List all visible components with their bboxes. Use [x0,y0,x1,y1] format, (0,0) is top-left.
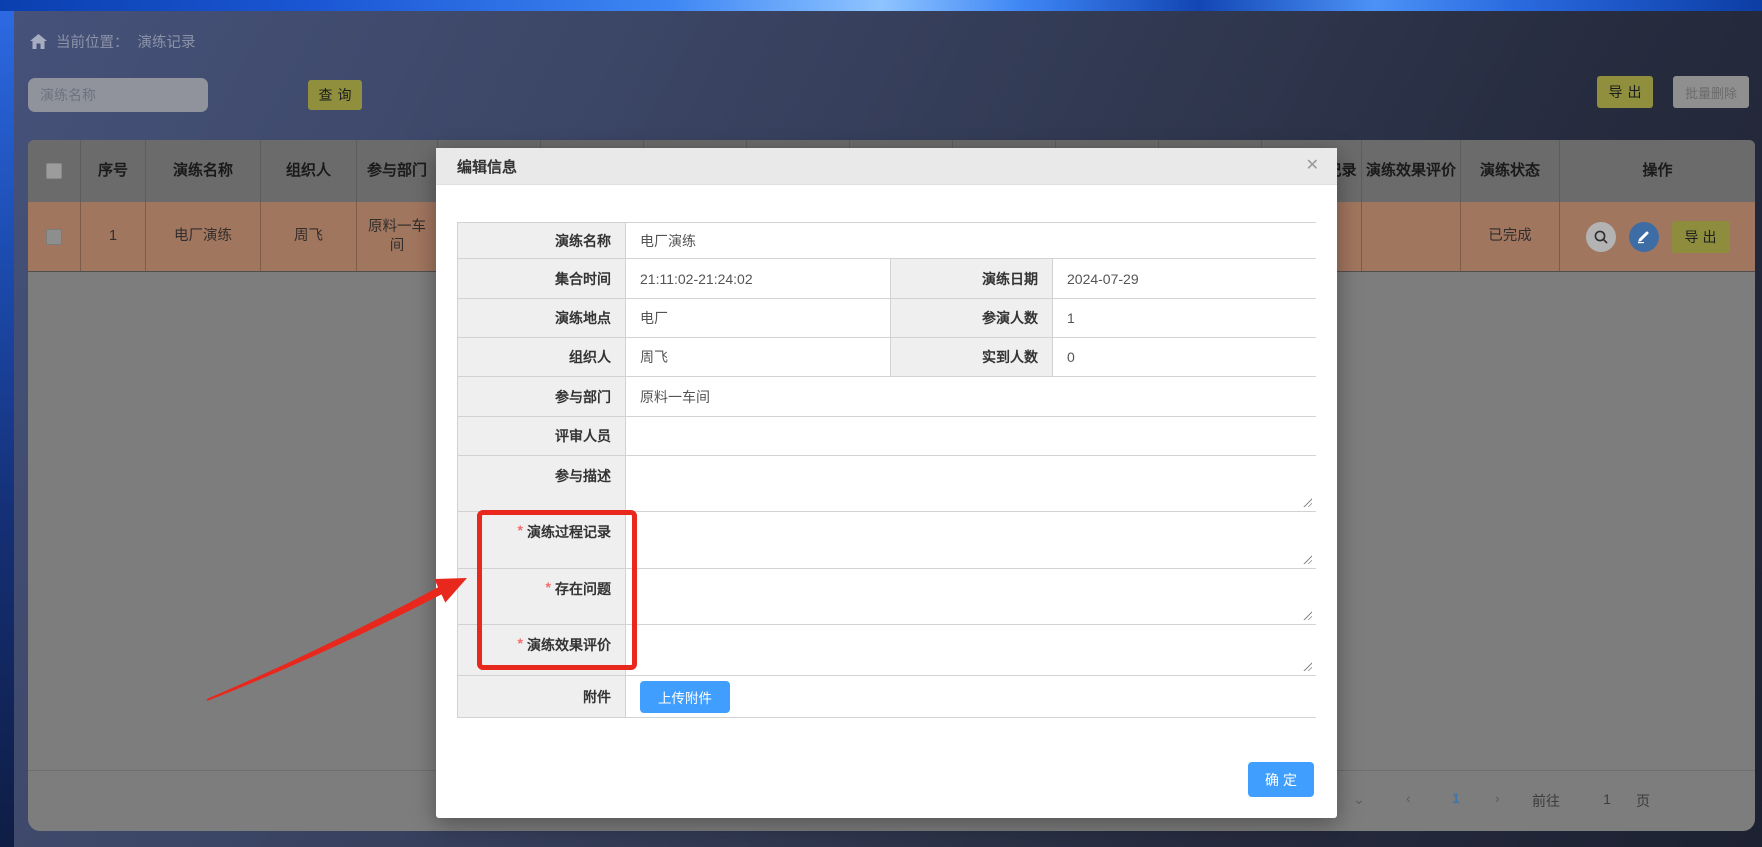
field-input-department[interactable]: 原料一车间 [626,377,1316,416]
field-textarea-process-record[interactable] [626,512,1316,568]
dialog-header: 编辑信息 ✕ [436,148,1337,185]
row-checkbox[interactable] [46,229,62,245]
prev-page-button[interactable]: ‹ [1406,790,1411,806]
top-blue-bar [0,0,1762,11]
field-input-reviewers[interactable] [626,417,1316,455]
export-button[interactable]: 导出 [1597,76,1653,108]
col-status: 演练状态 [1461,140,1560,202]
cell-operation: 导出 [1560,202,1755,271]
query-button[interactable]: 查询 [308,80,362,110]
header-checkbox-cell [28,140,81,202]
page-size-chevron-down-icon[interactable]: ⌄ [1353,791,1365,808]
edit-button[interactable] [1629,222,1659,252]
upload-attachment-button[interactable]: 上传附件 [640,681,730,713]
current-page[interactable]: 1 [1452,790,1460,806]
field-attachment: 上传附件 [626,676,1316,717]
home-icon [30,34,47,50]
magnifier-icon [1593,229,1609,245]
resize-grip-icon[interactable] [1302,497,1312,507]
screen: 当前位置： 演练记录 查询 导出 批量删除 序号 演练名称 组织人 参与部门 [0,0,1762,847]
field-input-organizer[interactable]: 周飞 [626,338,891,376]
view-button[interactable] [1586,222,1616,252]
breadcrumb: 当前位置： 演练记录 [30,31,196,52]
select-all-checkbox[interactable] [46,163,62,179]
cell-department: 原料一车间 [357,202,438,271]
col-department: 参与部门 [357,140,438,202]
goto-page-input[interactable]: 1 [1594,791,1620,807]
col-drill-name: 演练名称 [146,140,261,202]
field-label-gather-time: 集合时间 [458,259,626,298]
cell-index: 1 [81,202,146,271]
row-export-button[interactable]: 导出 [1672,221,1730,253]
field-label-department: 参与部门 [458,377,626,416]
field-input-gather-time[interactable]: 21:11:02-21:24:02 [626,259,891,298]
row-checkbox-cell [28,202,81,271]
edit-info-dialog: 编辑信息 ✕ 演练名称 电厂演练 集合时间 21:11:02-21:24:02 … [436,148,1337,818]
resize-grip-icon[interactable] [1302,610,1312,620]
cell-effect-eval [1362,202,1461,271]
field-label-participant-count: 参演人数 [891,299,1053,337]
field-label-attachment: 附件 [458,676,626,717]
annotation-red-box [477,510,637,670]
next-page-button[interactable]: › [1495,790,1500,806]
field-input-drill-name[interactable]: 电厂演练 [626,223,1316,258]
col-organizer: 组织人 [261,140,357,202]
field-label-location: 演练地点 [458,299,626,337]
field-label-drill-date: 演练日期 [891,259,1053,298]
dialog-title: 编辑信息 [457,156,517,177]
batch-delete-button[interactable]: 批量删除 [1673,76,1749,108]
page-unit-label: 页 [1636,791,1650,811]
field-textarea-existing-problems[interactable] [626,569,1316,624]
left-blue-bar [0,0,14,847]
breadcrumb-current: 演练记录 [138,31,196,52]
resize-grip-icon[interactable] [1302,554,1312,564]
cell-status: 已完成 [1461,202,1560,271]
field-label-reviewers: 评审人员 [458,417,626,455]
field-input-participant-count[interactable]: 1 [1053,299,1316,337]
col-effect-eval: 演练效果评价 [1362,140,1461,202]
cell-organizer: 周飞 [261,202,357,271]
col-operation: 操作 [1560,140,1755,202]
field-textarea-participation-desc[interactable] [626,456,1316,511]
col-index: 序号 [81,140,146,202]
field-label-organizer: 组织人 [458,338,626,376]
field-input-location[interactable]: 电厂 [626,299,891,337]
field-input-drill-date[interactable]: 2024-07-29 [1053,259,1316,298]
confirm-button[interactable]: 确定 [1248,762,1314,797]
resize-grip-icon[interactable] [1302,661,1312,671]
cell-drill-name: 电厂演练 [146,202,261,271]
field-label-participation-desc: 参与描述 [458,456,626,511]
pencil-icon [1636,229,1651,244]
field-label-actual-count: 实到人数 [891,338,1053,376]
breadcrumb-label: 当前位置： [56,31,129,52]
field-textarea-effect-evaluation[interactable] [626,625,1316,675]
search-input[interactable] [28,78,208,112]
field-label-drill-name: 演练名称 [458,223,626,258]
goto-label: 前往 [1532,791,1560,811]
close-icon[interactable]: ✕ [1306,158,1319,174]
field-input-actual-count[interactable]: 0 [1053,338,1316,376]
